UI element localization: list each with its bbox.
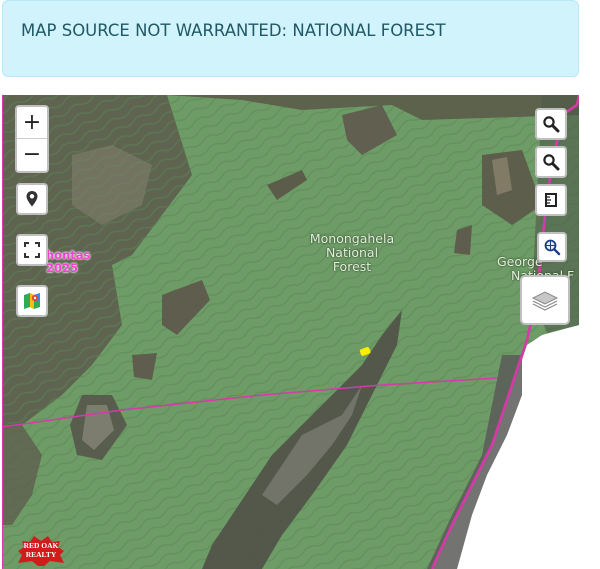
locate-button[interactable] [16,183,48,215]
zoom-control: + − [15,105,49,173]
layers-icon [531,291,559,311]
map-view[interactable]: Monongahela National Forest George Natio… [2,95,579,569]
layers-button[interactable] [520,275,570,325]
search-icon [543,154,560,171]
search-address-button[interactable] [535,146,567,178]
fullscreen-button[interactable] [16,234,48,266]
map-source-alert: MAP SOURCE NOT WARRANTED: NATIONAL FORES… [2,0,579,77]
alert-text: MAP SOURCE NOT WARRANTED: NATIONAL FORES… [21,21,446,40]
logo-line2: REALTY [26,550,57,559]
county-label-year: 2025 [46,261,79,275]
map-terrain [2,95,579,569]
zoom-in-button[interactable]: + [17,107,47,139]
red-oak-realty-logo: RED OAK REALTY [14,533,68,569]
logo-line1: RED OAK [24,541,59,550]
county-label: hontas 2025 [46,249,90,275]
forest-label-line3: Forest [332,259,372,274]
forest-label-line2: National [325,245,379,260]
zoom-globe-icon [544,239,561,256]
zoom-out-button[interactable]: − [17,139,47,171]
google-maps-button[interactable] [16,285,48,317]
search-icon [543,116,560,133]
search-button[interactable] [535,108,567,140]
zoom-to-button[interactable] [537,232,567,262]
fullscreen-icon [24,242,40,258]
forest-label-line1: Monongahela [309,231,395,246]
measure-button[interactable] [535,184,567,216]
map-pin-icon [26,191,38,207]
google-maps-icon [24,293,40,309]
ruler-icon [545,193,557,207]
forest-label: Monongahela National Forest [302,232,402,274]
